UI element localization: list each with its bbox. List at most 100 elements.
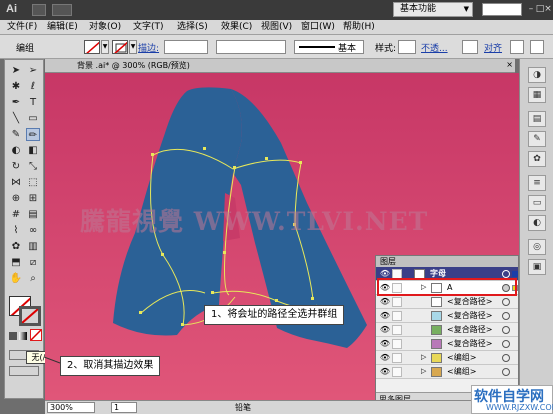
target-circle-icon[interactable] [502,354,510,362]
selection-tool-icon[interactable]: ➤ [9,64,23,77]
graphic-styles-panel-icon[interactable]: ▣ [528,259,546,275]
artboard-tool-icon[interactable]: ⬒ [9,256,23,269]
layer-row-group[interactable]: 👁 ▷ <编组> [376,351,518,365]
rectangle-tool-icon[interactable]: ▭ [26,112,40,125]
arrange-documents-button[interactable] [52,4,72,16]
transform-button[interactable] [510,40,524,54]
lock-toggle[interactable] [392,367,402,377]
layer-row-compound-path[interactable]: 👁 <复合路径> [376,337,518,351]
hand-tool-icon[interactable]: ✋ [9,272,23,285]
scale-tool-icon[interactable]: ⤡ [26,160,40,173]
visibility-eye-icon[interactable]: 👁 [379,325,391,335]
lock-toggle[interactable] [392,325,402,335]
pen-tool-icon[interactable]: ✒ [9,96,23,109]
workspace-switcher[interactable]: 基本功能 ▼ [393,2,473,17]
free-transform-tool-icon[interactable]: ⬚ [26,176,40,189]
width-tool-icon[interactable]: ⋈ [9,176,23,189]
blend-tool-icon[interactable]: ∞ [26,224,40,237]
target-circle-icon[interactable] [502,270,510,278]
target-circle-icon[interactable] [502,340,510,348]
gradient-tool-icon[interactable]: ▤ [26,208,40,221]
target-circle-icon[interactable] [502,298,510,306]
artboard-navigation-field[interactable]: 1 [111,402,137,413]
line-tool-icon[interactable]: ╲ [9,112,23,125]
layer-row-compound-path[interactable]: 👁 <复合路径> [376,309,518,323]
help-search-input[interactable] [482,3,522,16]
stroke-weight-label[interactable]: 描边: [138,41,159,54]
transparency-panel-icon[interactable]: ◐ [528,215,546,231]
zoom-tool-icon[interactable]: ⌕ [26,272,40,285]
type-tool-icon[interactable]: T [26,96,40,109]
direct-selection-tool-icon[interactable]: ➢ [26,64,40,77]
zoom-field[interactable]: 300% [47,402,95,413]
symbol-sprayer-tool-icon[interactable]: ✿ [9,240,23,253]
document-setup-button[interactable] [462,40,478,54]
stroke-panel-icon[interactable]: ≡ [528,175,546,191]
pencil-tool-icon[interactable]: ✏ [26,128,40,141]
layer-row-compound-path[interactable]: 👁 <复合路径> [376,323,518,337]
opacity-label[interactable]: 不透... [421,41,448,54]
color-panel-icon[interactable]: ◑ [528,67,546,83]
layers-panel-header[interactable]: 图层 [376,256,518,267]
rotate-tool-icon[interactable]: ↻ [9,160,23,173]
mesh-tool-icon[interactable]: # [9,208,23,221]
menu-edit[interactable]: 编辑(E) [44,20,81,35]
paintbrush-tool-icon[interactable]: ✎ [9,128,23,141]
screen-mode-button[interactable] [9,366,39,376]
appearance-panel-icon[interactable]: ◎ [528,239,546,255]
none-mode-button[interactable] [30,329,42,341]
stroke-proxy[interactable] [19,306,41,326]
lasso-tool-icon[interactable]: ℓ [26,80,40,93]
eraser-tool-icon[interactable]: ◧ [26,144,40,157]
lock-toggle[interactable] [392,311,402,321]
gradient-panel-icon[interactable]: ▭ [528,195,546,211]
visibility-eye-icon[interactable]: 👁 [379,353,391,363]
stroke-dropdown[interactable]: ▼ [129,40,137,54]
menu-object[interactable]: 对象(O) [86,20,124,35]
lock-toggle[interactable] [392,353,402,363]
blob-brush-tool-icon[interactable]: ◐ [9,144,23,157]
visibility-eye-icon[interactable]: 👁 [379,339,391,349]
eyedropper-tool-icon[interactable]: ⌇ [9,224,23,237]
fill-swatch[interactable] [84,40,100,54]
document-tab[interactable]: 背景 .ai* @ 300% (RGB/预览) × [45,59,515,73]
layer-row-compound-path[interactable]: 👁 <复合路径> [376,295,518,309]
perspective-grid-tool-icon[interactable]: ⊞ [26,192,40,205]
menu-help[interactable]: 帮助(H) [340,20,378,35]
brushes-panel-icon[interactable]: ✎ [528,131,546,147]
visibility-eye-icon[interactable]: 👁 [379,297,391,307]
lock-toggle[interactable] [392,297,402,307]
visibility-eye-icon[interactable]: 👁 [379,367,391,377]
swatches-panel-icon[interactable]: ▤ [528,111,546,127]
target-circle-icon[interactable] [502,368,510,376]
variable-width-profile[interactable] [216,40,286,54]
magic-wand-tool-icon[interactable]: ✱ [9,80,23,93]
target-circle-icon[interactable] [502,312,510,320]
control-menu-button[interactable] [530,40,544,54]
stroke-swatch[interactable] [112,40,128,54]
target-circle-icon[interactable] [502,326,510,334]
bridge-button[interactable] [32,4,46,16]
close-icon[interactable]: × [506,60,513,69]
expand-triangle-icon[interactable]: ▷ [421,367,426,375]
menu-window[interactable]: 窗口(W) [298,20,338,35]
symbols-panel-icon[interactable]: ✿ [528,151,546,167]
menu-view[interactable]: 视图(V) [258,20,295,35]
close-icon[interactable]: × [542,3,553,16]
menu-select[interactable]: 选择(S) [174,20,211,35]
gradient-mode-button[interactable] [19,332,27,340]
color-mode-button[interactable] [9,332,17,340]
visibility-eye-icon[interactable]: 👁 [379,311,391,321]
slice-tool-icon[interactable]: ⧄ [26,256,40,269]
expand-triangle-icon[interactable]: ▷ [421,353,426,361]
selection-indicator[interactable] [512,271,518,277]
stroke-weight-field[interactable] [164,40,208,54]
layer-row-group[interactable]: 👁 ▷ <编组> [376,365,518,379]
color-guide-icon[interactable]: ▦ [528,87,546,103]
fill-dropdown[interactable]: ▼ [101,40,109,54]
menu-file[interactable]: 文件(F) [4,20,40,35]
graphic-style-swatch[interactable] [398,40,416,54]
menu-type[interactable]: 文字(T) [130,20,167,35]
shape-builder-tool-icon[interactable]: ⊕ [9,192,23,205]
column-graph-tool-icon[interactable]: ▥ [26,240,40,253]
